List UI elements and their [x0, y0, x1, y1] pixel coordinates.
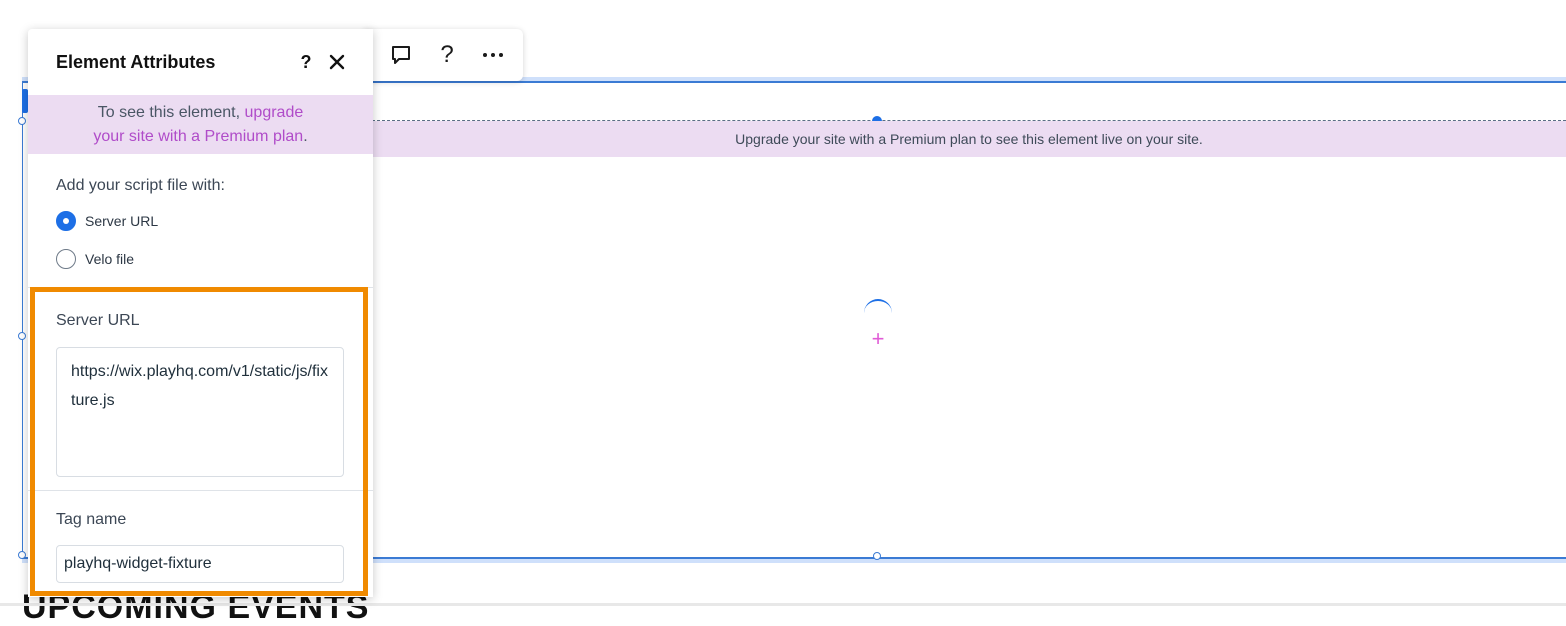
- close-icon: [329, 54, 345, 70]
- resize-handle-bottom-left[interactable]: [18, 551, 26, 559]
- comment-icon: [392, 46, 410, 64]
- more-icon: [483, 53, 503, 57]
- resize-handle-bottom[interactable]: [873, 552, 881, 560]
- server-url-field[interactable]: https://wix.playhq.com/v1/static/js/fixt…: [56, 347, 344, 477]
- field-divider: [28, 490, 373, 491]
- resize-handle-left[interactable]: [18, 332, 26, 340]
- premium-notice-text: Upgrade your site with a Premium plan to…: [735, 131, 1203, 147]
- radio-server-url-label: Server URL: [85, 213, 159, 229]
- element-attributes-panel: Element Attributes ? To see this element…: [28, 29, 373, 597]
- resize-handle-top-left[interactable]: [18, 117, 26, 125]
- premium-plan-link[interactable]: your site with a Premium plan: [93, 128, 303, 145]
- panel-help-button[interactable]: ?: [294, 49, 318, 75]
- server-url-label: Server URL: [56, 312, 140, 329]
- panel-title: Element Attributes: [56, 52, 216, 72]
- comment-button[interactable]: [378, 29, 424, 81]
- tag-name-label: Tag name: [56, 511, 127, 528]
- help-button[interactable]: ?: [424, 29, 470, 81]
- upgrade-link[interactable]: upgrade: [245, 104, 304, 121]
- panel-close-button[interactable]: [324, 49, 350, 75]
- section-divider: [28, 287, 373, 288]
- premium-notice: Upgrade your site with a Premium plan to…: [372, 121, 1566, 157]
- radio-velo-file[interactable]: Velo file: [56, 249, 134, 269]
- upgrade-banner: To see this element, upgrade your site w…: [28, 95, 373, 154]
- upgrade-banner-period: .: [303, 128, 308, 145]
- element-toolbar: ?: [364, 29, 523, 81]
- script-source-label: Add your script file with:: [56, 177, 225, 194]
- radio-server-url[interactable]: Server URL: [56, 211, 158, 231]
- add-plus-icon[interactable]: +: [869, 328, 887, 350]
- radio-unselected-icon[interactable]: [56, 249, 76, 269]
- question-icon: ?: [300, 51, 312, 72]
- radio-selected-icon[interactable]: [56, 211, 76, 231]
- panel-header: Element Attributes ?: [28, 29, 373, 95]
- help-icon: ?: [440, 41, 454, 68]
- loading-spinner-icon: [864, 299, 892, 327]
- upgrade-banner-text: To see this element,: [97, 104, 245, 121]
- radio-velo-file-label: Velo file: [85, 251, 135, 267]
- more-actions-button[interactable]: [470, 29, 516, 81]
- tag-name-input[interactable]: [56, 545, 344, 583]
